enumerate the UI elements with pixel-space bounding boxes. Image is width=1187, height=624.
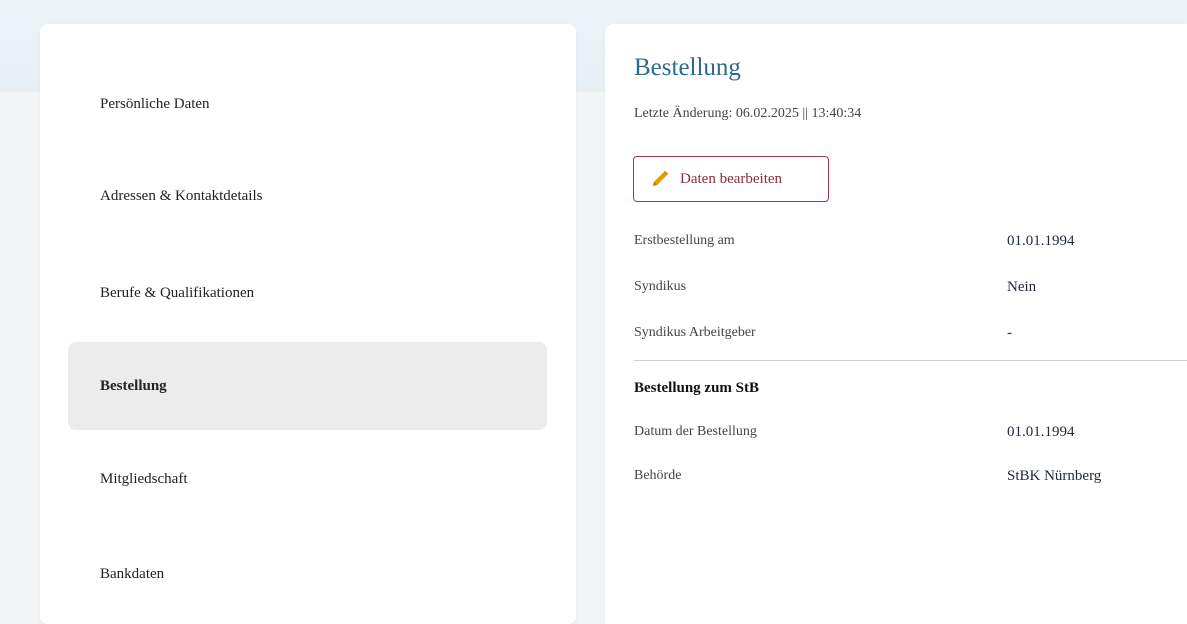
- page-title: Bestellung: [634, 54, 741, 81]
- sidebar-item-label: Berufe & Qualifikationen: [100, 284, 255, 301]
- field-value-datum-bestellung: 01.01.1994: [1007, 424, 1075, 440]
- sidebar-item-bankdaten[interactable]: Bankdaten: [68, 530, 547, 618]
- sidebar-item-persoenliche-daten[interactable]: Persönliche Daten: [68, 60, 547, 148]
- main-panel: Bestellung Letzte Änderung: 06.02.2025 |…: [605, 24, 1187, 624]
- section-heading-bestellung-stb: Bestellung zum StB: [634, 380, 760, 396]
- sidebar-item-berufe-qualifikationen[interactable]: Berufe & Qualifikationen: [68, 249, 547, 337]
- sidebar-item-label: Bankdaten: [100, 565, 165, 582]
- sidebar-item-label: Adressen & Kontaktdetails: [100, 187, 263, 204]
- sidebar-item-bestellung[interactable]: Bestellung: [68, 342, 547, 430]
- field-label-syndikus-arbeitgeber: Syndikus Arbeitgeber: [634, 325, 756, 340]
- last-change-timestamp: Letzte Änderung: 06.02.2025 || 13:40:34: [634, 106, 862, 121]
- sidebar-nav: Persönliche Daten Adressen & Kontaktdeta…: [40, 24, 576, 624]
- field-label-behoerde: Behörde: [634, 468, 682, 483]
- field-value-syndikus: Nein: [1007, 279, 1037, 295]
- sidebar-item-label: Mitgliedschaft: [100, 470, 188, 487]
- pencil-icon: [650, 169, 670, 189]
- sidebar-item-label: Bestellung: [100, 377, 167, 394]
- sidebar-item-label: Persönliche Daten: [100, 95, 210, 112]
- field-label-syndikus: Syndikus: [634, 279, 687, 294]
- section-divider: [634, 360, 1187, 361]
- sidebar-item-adressen-kontaktdetails[interactable]: Adressen & Kontaktdetails: [68, 152, 547, 240]
- field-value-erstbestellung: 01.01.1994: [1007, 233, 1075, 249]
- edit-data-button[interactable]: Daten bearbeiten: [633, 156, 829, 202]
- field-label-erstbestellung: Erstbestellung am: [634, 233, 735, 248]
- field-value-syndikus-arbeitgeber: -: [1007, 325, 1012, 341]
- sidebar-item-mitgliedschaft[interactable]: Mitgliedschaft: [68, 435, 547, 523]
- field-label-datum-bestellung: Datum der Bestellung: [634, 424, 757, 439]
- edit-button-label: Daten bearbeiten: [680, 170, 783, 187]
- field-value-behoerde: StBK Nürnberg: [1007, 468, 1102, 484]
